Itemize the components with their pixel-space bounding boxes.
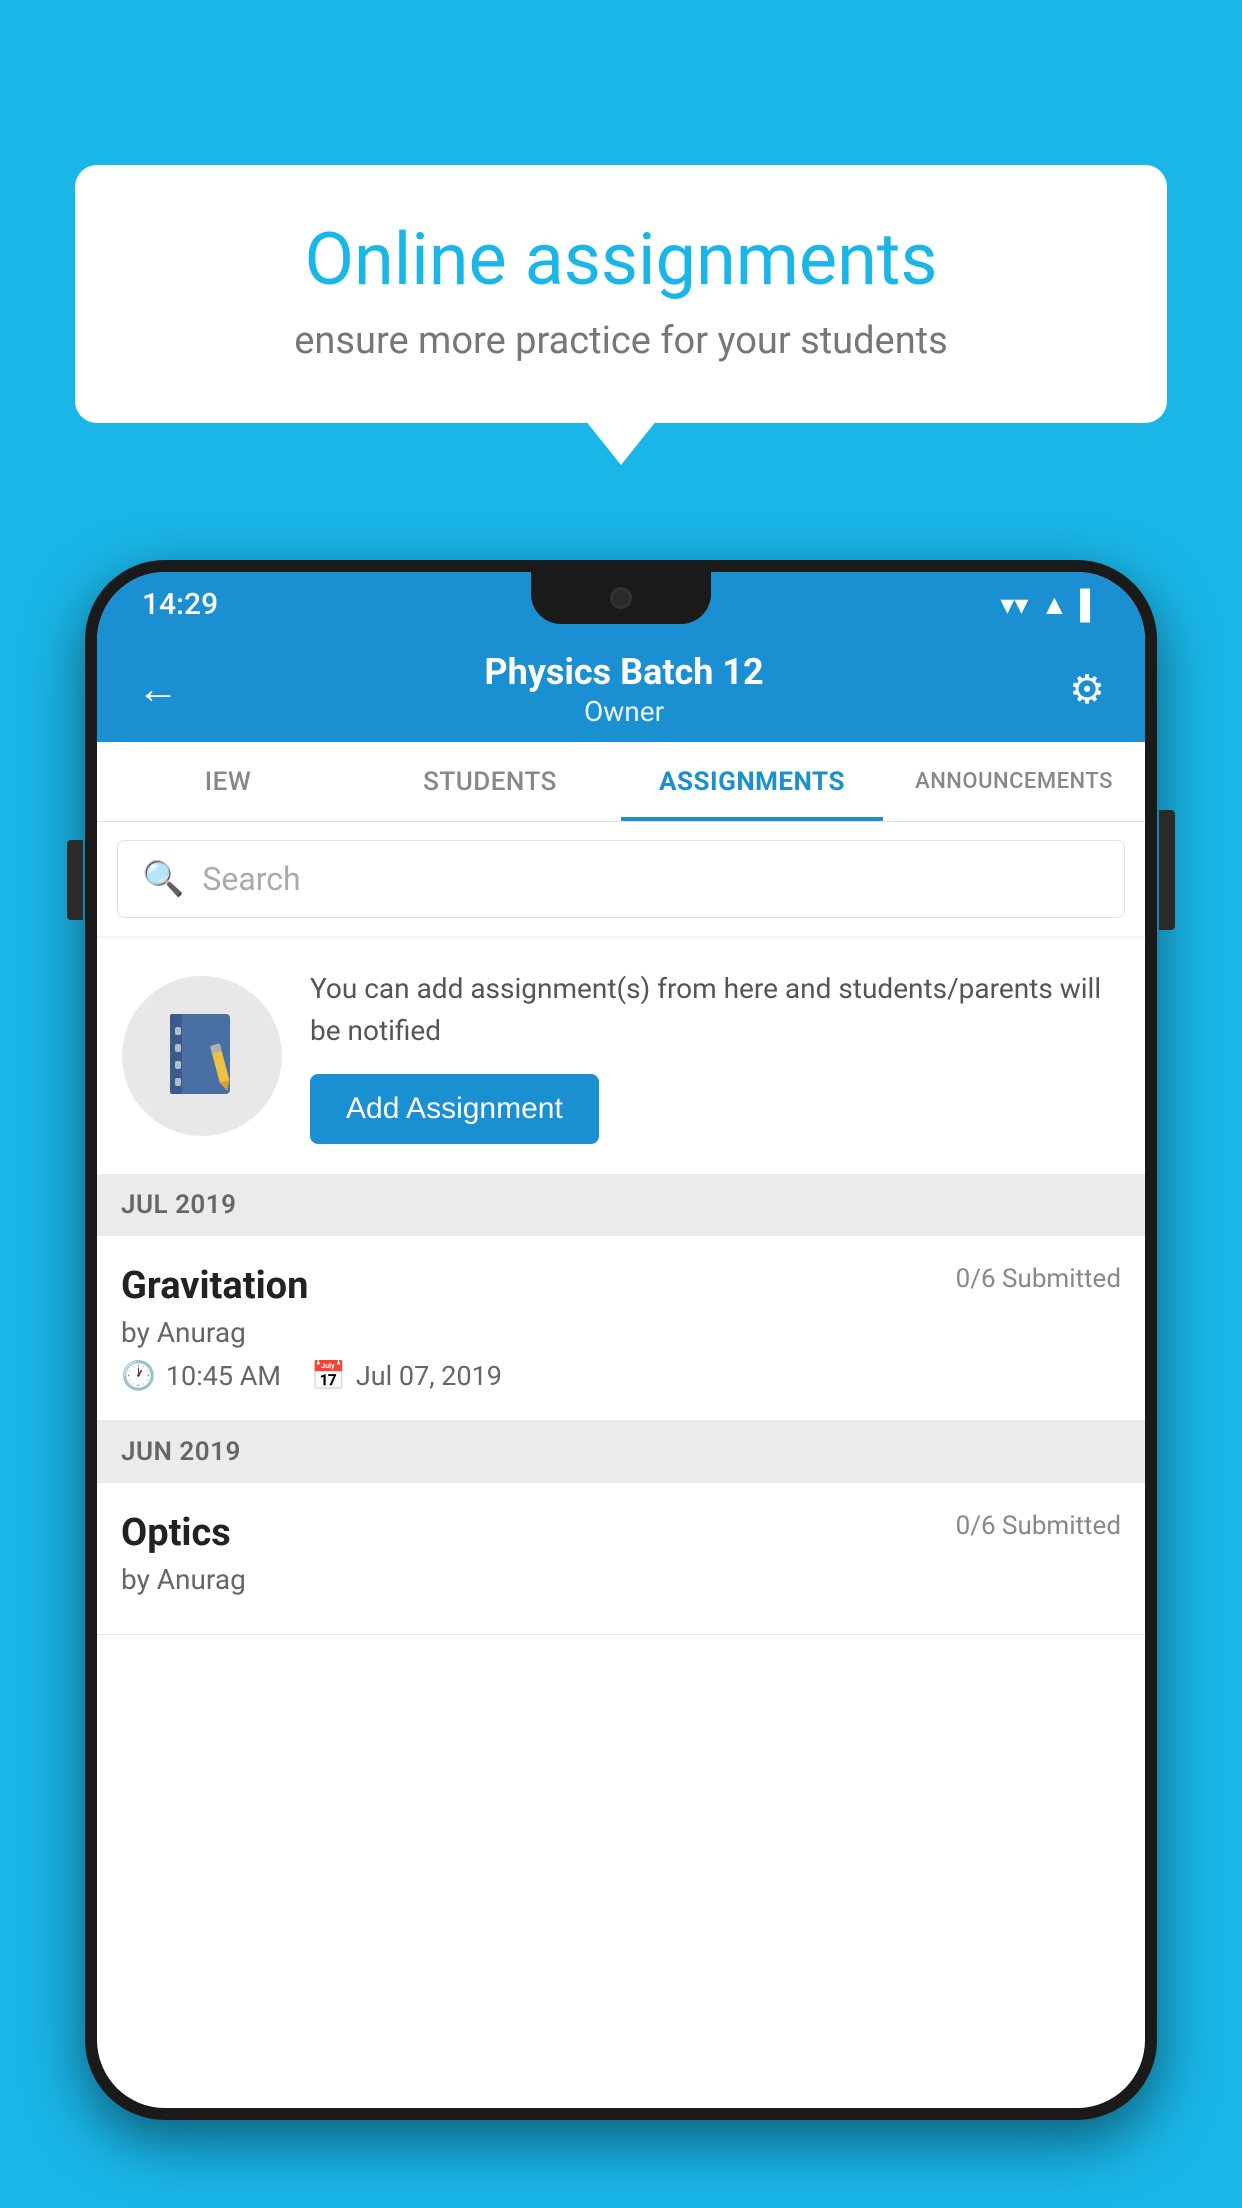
assignment-by-gravitation: by Anurag: [121, 1316, 1121, 1349]
assignment-info: You can add assignment(s) from here and …: [310, 968, 1120, 1144]
tab-announcements[interactable]: ANNOUNCEMENTS: [883, 742, 1145, 821]
clock-icon: 🕐: [121, 1359, 156, 1392]
tab-announcements-label: ANNOUNCEMENTS: [915, 769, 1113, 794]
tab-students-label: STUDENTS: [423, 767, 557, 797]
header-title: Physics Batch 12: [484, 651, 763, 693]
app-header: ← Physics Batch 12 Owner ⚙: [97, 637, 1145, 742]
assignment-date-item: 📅 Jul 07, 2019: [311, 1359, 502, 1392]
section-header-jul: JUL 2019: [97, 1174, 1145, 1236]
tab-iew[interactable]: IEW: [97, 742, 359, 821]
assignment-submitted-gravitation: 0/6 Submitted: [956, 1264, 1121, 1294]
phone-outer: 14:29 ▾▾ ▲ ▌ ← Physics Batch 12 Owner ⚙: [85, 560, 1157, 2120]
settings-button[interactable]: ⚙: [1059, 656, 1115, 723]
speech-bubble-container: Online assignments ensure more practice …: [75, 165, 1167, 423]
table-row[interactable]: Gravitation 0/6 Submitted by Anurag 🕐 10…: [97, 1236, 1145, 1421]
assignment-icon-circle: [122, 976, 282, 1136]
status-time: 14:29: [142, 587, 218, 622]
status-icons: ▾▾ ▲ ▌: [1000, 588, 1100, 621]
phone-wrapper: 14:29 ▾▾ ▲ ▌ ← Physics Batch 12 Owner ⚙: [85, 560, 1157, 2208]
tab-students[interactable]: STUDENTS: [359, 742, 621, 821]
camera: [610, 587, 632, 609]
speech-bubble: Online assignments ensure more practice …: [75, 165, 1167, 423]
speech-bubble-subtitle: ensure more practice for your students: [135, 319, 1107, 363]
search-bar-container: 🔍 Search: [97, 822, 1145, 936]
search-icon: 🔍: [142, 859, 184, 899]
assignment-date-gravitation: Jul 07, 2019: [356, 1360, 502, 1392]
assignment-item-top: Gravitation 0/6 Submitted: [121, 1264, 1121, 1308]
assignment-name-optics: Optics: [121, 1511, 231, 1555]
content-area: 🔍 Search: [97, 822, 1145, 1635]
add-assignment-section: You can add assignment(s) from here and …: [97, 938, 1145, 1174]
search-placeholder-text: Search: [202, 860, 300, 898]
assignment-meta-gravitation: 🕐 10:45 AM 📅 Jul 07, 2019: [121, 1359, 1121, 1392]
status-bar: 14:29 ▾▾ ▲ ▌: [97, 572, 1145, 637]
header-subtitle: Owner: [484, 695, 763, 728]
battery-icon: ▌: [1080, 588, 1100, 621]
add-assignment-button[interactable]: Add Assignment: [310, 1074, 599, 1144]
tab-assignments-label: ASSIGNMENTS: [659, 767, 845, 797]
search-bar[interactable]: 🔍 Search: [117, 840, 1125, 918]
back-button[interactable]: ←: [127, 655, 189, 724]
tabs-bar: IEW STUDENTS ASSIGNMENTS ANNOUNCEMENTS: [97, 742, 1145, 822]
table-row[interactable]: Optics 0/6 Submitted by Anurag: [97, 1483, 1145, 1635]
assignment-submitted-optics: 0/6 Submitted: [956, 1511, 1121, 1541]
notch: [531, 572, 711, 624]
tab-assignments[interactable]: ASSIGNMENTS: [621, 742, 883, 821]
assignment-time-item: 🕐 10:45 AM: [121, 1359, 281, 1392]
assignment-name-gravitation: Gravitation: [121, 1264, 308, 1308]
signal-icon: ▲: [1040, 588, 1068, 621]
assignment-by-optics: by Anurag: [121, 1563, 1121, 1596]
speech-bubble-title: Online assignments: [135, 220, 1107, 299]
calendar-icon: 📅: [311, 1359, 346, 1392]
tab-iew-label: IEW: [205, 767, 251, 797]
phone-screen: 14:29 ▾▾ ▲ ▌ ← Physics Batch 12 Owner ⚙: [97, 572, 1145, 2108]
assignment-time-gravitation: 10:45 AM: [166, 1360, 281, 1392]
section-header-jun: JUN 2019: [97, 1421, 1145, 1483]
wifi-icon: ▾▾: [1000, 588, 1028, 621]
assignment-info-text: You can add assignment(s) from here and …: [310, 968, 1120, 1052]
assignment-item-top-optics: Optics 0/6 Submitted: [121, 1511, 1121, 1555]
header-title-group: Physics Batch 12 Owner: [484, 651, 763, 728]
notebook-svg-icon: [160, 1009, 245, 1104]
